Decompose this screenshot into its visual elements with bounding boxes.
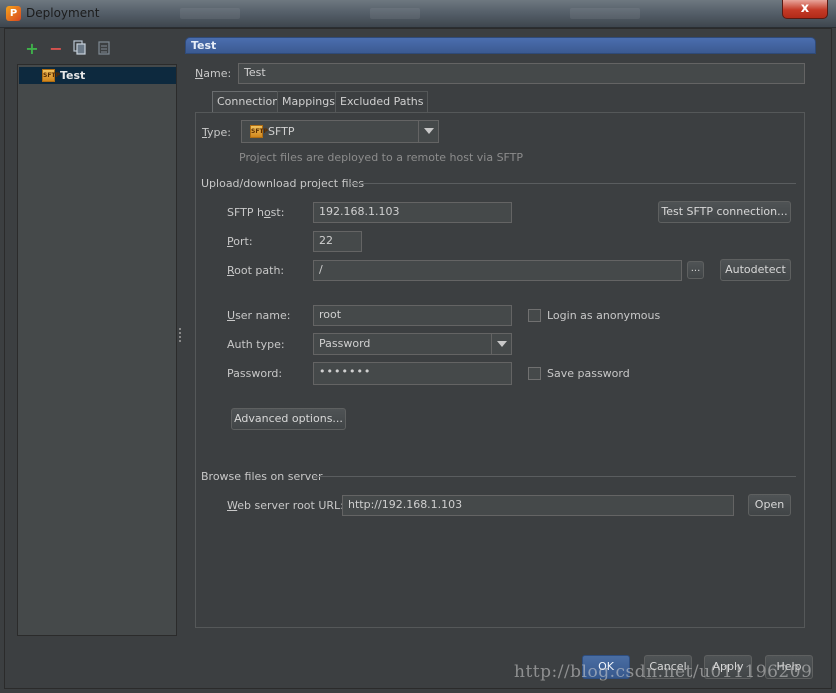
server-list-item[interactable]: SFTP Test bbox=[19, 67, 176, 84]
server-list: SFTP Test bbox=[17, 64, 177, 636]
tab-connection[interactable]: Connection bbox=[212, 91, 285, 113]
background-blur bbox=[570, 8, 640, 19]
window-titlebar: P Deployment bbox=[0, 0, 836, 28]
root-path-input[interactable]: / bbox=[313, 260, 682, 281]
save-password-checkbox[interactable] bbox=[528, 367, 541, 380]
username-label: User name: bbox=[227, 309, 291, 322]
chevron-down-icon[interactable] bbox=[418, 121, 438, 142]
name-label: Name: bbox=[195, 67, 232, 80]
auth-type-value: Password bbox=[319, 337, 371, 350]
type-select[interactable]: SFTP SFTP bbox=[241, 120, 439, 143]
advanced-options-button[interactable]: Advanced options... bbox=[231, 408, 346, 430]
background-blur bbox=[180, 8, 240, 19]
config-header: Test bbox=[185, 37, 816, 54]
tab-excluded-paths[interactable]: Excluded Paths bbox=[335, 91, 429, 113]
login-anonymous-checkbox[interactable] bbox=[528, 309, 541, 322]
web-url-label: Web server root URL: bbox=[227, 499, 344, 512]
defaults-icon[interactable] bbox=[96, 40, 112, 58]
section-divider bbox=[313, 476, 796, 477]
username-input[interactable]: root bbox=[313, 305, 512, 326]
section-divider bbox=[350, 183, 796, 184]
open-url-button[interactable]: Open bbox=[748, 494, 791, 516]
port-input[interactable]: 22 bbox=[313, 231, 362, 252]
sftp-server-icon: SFTP bbox=[42, 69, 60, 82]
tab-mappings[interactable]: Mappings bbox=[277, 91, 340, 113]
password-input[interactable]: ••••••• bbox=[313, 362, 512, 385]
type-label: Type: bbox=[202, 126, 231, 139]
copy-icon[interactable] bbox=[72, 40, 88, 58]
root-path-label: Root path: bbox=[227, 264, 285, 277]
name-input[interactable]: Test bbox=[238, 63, 805, 84]
background-blur bbox=[370, 8, 420, 19]
sftp-host-input[interactable]: 192.168.1.103 bbox=[313, 202, 512, 223]
watermark: http://blog.csdn.net/u011196209 bbox=[514, 662, 813, 682]
save-password-label: Save password bbox=[547, 367, 630, 380]
test-sftp-connection-button[interactable]: Test SFTP connection... bbox=[658, 201, 791, 223]
browse-section-title: Browse files on server bbox=[201, 470, 323, 483]
auth-type-label: Auth type: bbox=[227, 338, 285, 351]
type-value: SFTP bbox=[268, 125, 295, 138]
auth-type-select[interactable]: Password bbox=[313, 333, 512, 355]
browse-root-path-button[interactable]: ... bbox=[687, 261, 704, 279]
autodetect-button[interactable]: Autodetect bbox=[720, 259, 791, 281]
config-title: Test bbox=[191, 39, 217, 52]
sftp-host-label: SFTP host: bbox=[227, 206, 285, 219]
password-label: Password: bbox=[227, 367, 283, 380]
window-title: Deployment bbox=[26, 6, 100, 20]
sftp-server-icon: SFTP bbox=[250, 125, 268, 138]
server-list-item-label: Test bbox=[60, 69, 86, 82]
web-url-input[interactable]: http://192.168.1.103 bbox=[342, 495, 734, 516]
close-window-button[interactable]: x bbox=[782, 0, 828, 19]
minus-icon[interactable]: − bbox=[48, 40, 64, 58]
port-label: Port: bbox=[227, 235, 253, 248]
chevron-down-icon[interactable] bbox=[491, 334, 511, 354]
plus-icon[interactable]: + bbox=[24, 40, 40, 58]
login-anonymous-label: Login as anonymous bbox=[547, 309, 661, 322]
type-hint: Project files are deployed to a remote h… bbox=[239, 151, 524, 164]
app-logo-icon: P bbox=[6, 6, 21, 21]
splitter-handle[interactable] bbox=[178, 328, 182, 344]
upload-section-title: Upload/download project files bbox=[201, 177, 365, 190]
